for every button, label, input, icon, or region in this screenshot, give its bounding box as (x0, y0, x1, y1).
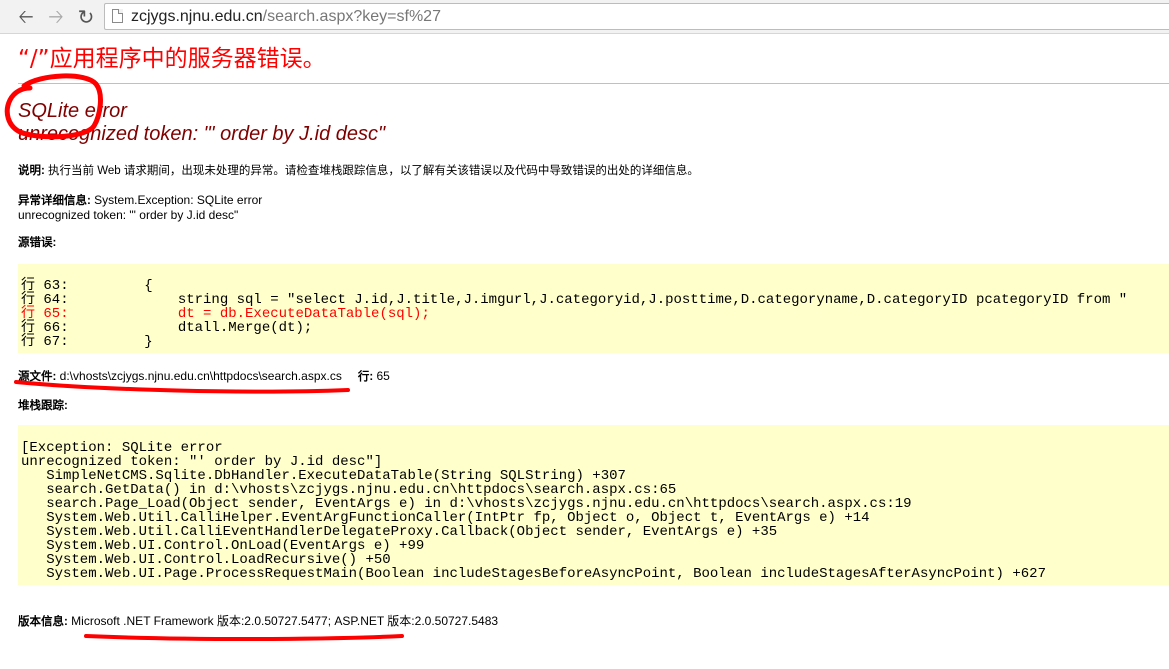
source-code-line: 行 65: dt = db.ExecuteDataTable(sql); (21, 306, 430, 322)
exception-details: 异常详细信息: System.Exception: SQLite error u… (18, 193, 262, 222)
stack-trace-line: System.Web.UI.Control.OnLoad(EventArgs e… (21, 538, 425, 554)
stack-trace-box: [Exception: SQLite error unrecognized tok… (18, 425, 1169, 585)
source-code-line: 行 66: dtall.Merge(dt); (21, 320, 313, 336)
stack-trace-line: System.Web.UI.Control.LoadRecursive() +5… (21, 552, 391, 568)
description-text: 执行当前 Web 请求期间，出现未处理的异常。请检查堆栈跟踪信息，以了解有关该错… (44, 165, 699, 177)
source-file: 源文件: d:\vhosts\zcjygs.njnu.edu.cn\httpdo… (18, 369, 390, 384)
description: 说明: 执行当前 Web 请求期间，出现未处理的异常。请检查堆栈跟踪信息，以了解… (18, 164, 699, 178)
annotation-underline-version (84, 634, 404, 641)
exception-label: 异常详细信息: (18, 195, 91, 207)
stack-trace-label-text: 堆栈跟踪: (18, 400, 68, 412)
error-heading: SQLite error unrecognized token: "' orde… (18, 100, 385, 146)
exception-line1: System.Exception: SQLite error (90, 193, 263, 207)
stack-trace-label: 堆栈跟踪: (18, 399, 68, 413)
source-file-path: d:\vhosts\zcjygs.njnu.edu.cn\httpdocs\se… (56, 369, 342, 383)
stack-trace-line: System.Web.Util.CalliEventHandlerDelegat… (21, 524, 778, 540)
page-icon (112, 9, 123, 23)
source-code-box: 行 63: {行 64: string sql = "select J.id,J… (18, 264, 1169, 353)
url-path: /search.aspx?key=sf%27 (262, 8, 441, 25)
version-text: Microsoft .NET Framework 版本:2.0.50727.54… (67, 614, 499, 628)
back-button[interactable]: 🡠 (14, 5, 38, 29)
reload-button[interactable]: ↻ (74, 5, 98, 29)
exception-line2: unrecognized token: "' order by J.id des… (18, 208, 239, 222)
line-number: 65 (373, 369, 390, 383)
stack-trace-line: [Exception: SQLite error (21, 440, 223, 456)
source-file-label: 源文件: (18, 371, 57, 383)
forward-button[interactable]: 🡢 (44, 5, 68, 29)
source-code-line: 行 67: } (21, 334, 153, 350)
version-info: 版本信息: Microsoft .NET Framework 版本:2.0.50… (18, 614, 498, 629)
reload-icon: ↻ (77, 5, 95, 29)
arrow-left-icon: 🡠 (18, 6, 34, 28)
stack-trace-line: unrecognized token: "' order by J.id des… (21, 454, 383, 470)
source-error-label: 源错误: (18, 236, 56, 250)
description-label: 说明: (18, 165, 45, 177)
source-error-label-text: 源错误: (18, 237, 57, 249)
title-divider (18, 83, 1169, 84)
arrow-right-icon: 🡢 (48, 6, 64, 28)
source-code-line: 行 64: string sql = "select J.id,J.title,… (21, 292, 1128, 308)
browser-toolbar: 🡠 🡢 ↻ zcjygs.njnu.edu.cn/search.aspx?key… (0, 0, 1169, 34)
address-bar[interactable]: zcjygs.njnu.edu.cn/search.aspx?key=sf%27 (104, 3, 1169, 30)
stack-trace-line: System.Web.UI.Page.ProcessRequestMain(Bo… (21, 566, 1046, 582)
error-heading-line1: SQLite error (18, 100, 127, 122)
version-label: 版本信息: (18, 616, 68, 628)
line-label: 行: (357, 371, 374, 383)
page-title: “/”应用程序中的服务器错误。 (18, 46, 326, 72)
source-code-line: 行 63: { (21, 278, 153, 294)
error-page: “/”应用程序中的服务器错误。 SQLite error unrecognize… (18, 34, 1169, 628)
stack-trace-line: System.Web.Util.CalliHelper.EventArgFunc… (21, 510, 870, 526)
url-text[interactable]: zcjygs.njnu.edu.cn/search.aspx?key=sf%27 (131, 7, 441, 27)
stack-trace-line: SimpleNetCMS.Sqlite.DbHandler.ExecuteDat… (21, 468, 626, 484)
url-host: zcjygs.njnu.edu.cn (131, 8, 263, 25)
stack-trace-line: search.Page_Load(Object sender, EventArg… (21, 496, 912, 512)
error-heading-line2: unrecognized token: "' order by J.id des… (18, 123, 386, 145)
stack-trace-line: search.GetData() in d:\vhosts\zcjygs.njn… (21, 482, 677, 498)
